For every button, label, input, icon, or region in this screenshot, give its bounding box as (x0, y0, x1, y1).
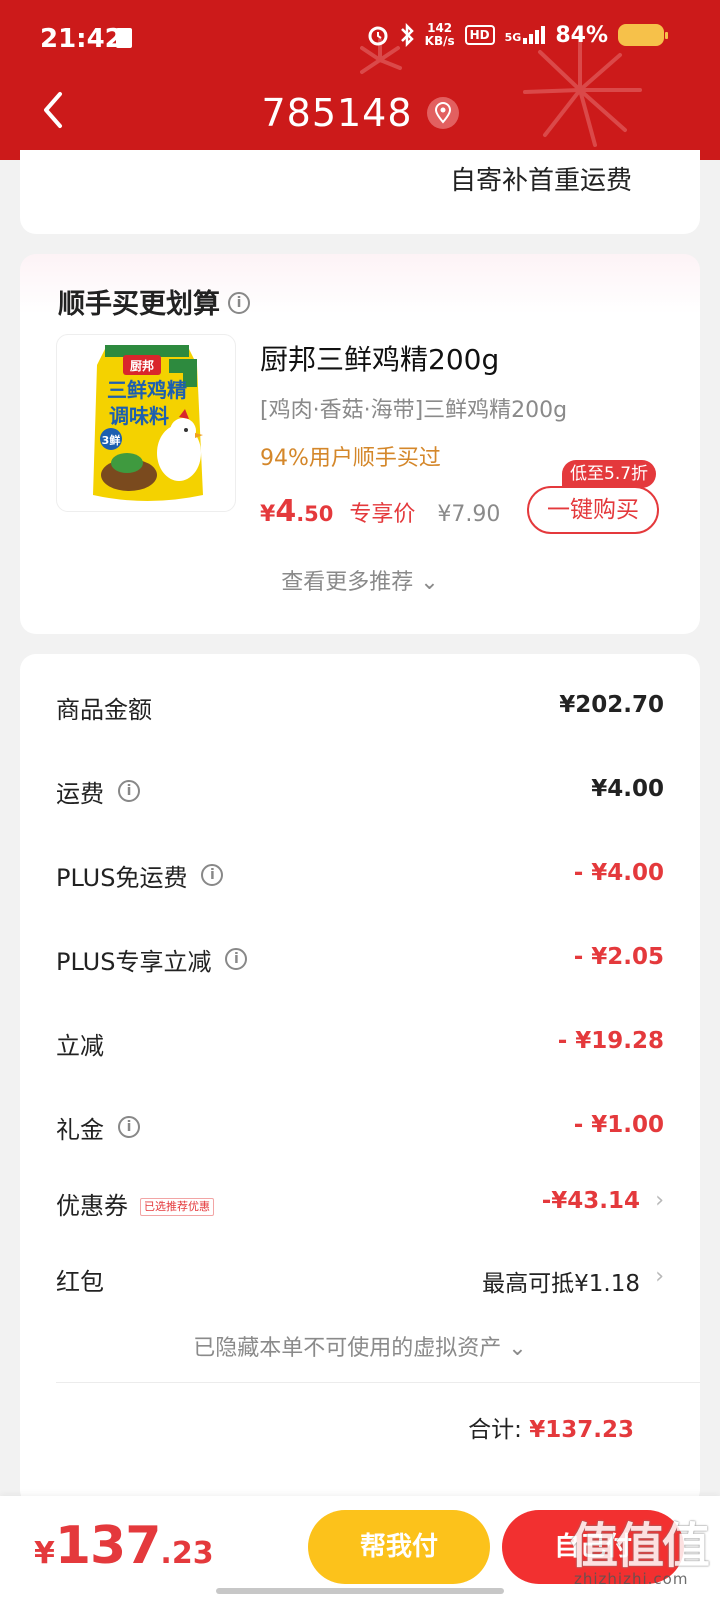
summary-row-coupon[interactable]: 优惠券 已选推荐优惠 -¥43.14 › (56, 1178, 664, 1228)
price-summary-card: 商品金额 ¥202.70 运费 i ¥4.00 PLUS免运费 i - ¥4.00 … (20, 654, 700, 1506)
checkout-total: ¥137.23 (34, 1516, 214, 1576)
divider (56, 1382, 700, 1383)
notification-doc-icon (116, 28, 132, 48)
summary-row-shipping: 运费 i ¥4.00 (56, 776, 664, 808)
summary-row-instant-discount: 立减 - ¥19.28 (56, 1028, 664, 1060)
help-me-pay-button[interactable]: 帮我付 (308, 1510, 490, 1584)
status-time: 21:42 (40, 24, 123, 54)
battery-icon (618, 24, 668, 46)
hd-badge: HD (464, 25, 495, 45)
chevron-down-icon: ⌄ (508, 1336, 527, 1361)
summary-row-plus-free-shipping: PLUS免运费 i - ¥4.00 (56, 860, 664, 892)
original-price: ¥7.90 (437, 502, 501, 527)
summary-row-goods-amount: 商品金额 ¥202.70 (56, 692, 664, 724)
checkout-bar: ¥137.23 帮我付 自己付 (0, 1496, 720, 1600)
coupon-tag: 已选推荐优惠 (140, 1198, 214, 1216)
chevron-right-icon: › (655, 1264, 664, 1289)
alarm-icon (368, 26, 388, 46)
more-recommend-link[interactable]: 查看更多推荐 ⌄ (20, 564, 700, 596)
shipping-card: 自寄补首重运费 (20, 150, 700, 234)
info-icon[interactable]: i (118, 1116, 140, 1138)
summary-total: 合计: ¥137.23 (468, 1417, 634, 1443)
page-title: 785148 (261, 90, 413, 135)
bluetooth-icon (400, 23, 414, 47)
signal-icon: 5G (505, 26, 546, 44)
exclusive-price: ¥4.50 (260, 494, 334, 529)
summary-row-red-packet[interactable]: 红包 最高可抵¥1.18 › (56, 1254, 664, 1304)
header-bar: 21:42 142 KB/s HD 5G 84% 785148 (0, 0, 720, 160)
chevron-right-icon: › (655, 1188, 664, 1213)
price-row: ¥4.50 专享价 ¥7.90 (260, 494, 500, 534)
discount-badge: 低至5.7折 (562, 460, 657, 488)
exclusive-price-label: 专享价 (349, 502, 416, 527)
product-spec: [鸡肉·香菇·海带]三鲜鸡精200g (260, 398, 568, 423)
hidden-assets-toggle[interactable]: 已隐藏本单不可使用的虚拟资产 ⌄ (20, 1330, 700, 1362)
pay-myself-button[interactable]: 自己付 (502, 1510, 684, 1584)
one-click-buy-button[interactable]: 一键购买 (527, 486, 659, 534)
package-line1: 三鲜鸡精 (107, 378, 187, 402)
net-speed: 142 KB/s (424, 21, 455, 48)
info-icon[interactable]: i (228, 291, 250, 314)
info-icon[interactable]: i (118, 780, 140, 802)
chevron-down-icon: ⌄ (420, 570, 439, 595)
summary-row-plus-discount: PLUS专享立减 i - ¥2.05 (56, 944, 664, 976)
package-line2: 调味料 (109, 404, 169, 428)
info-icon[interactable]: i (201, 864, 224, 886)
package-brand: 厨邦 (130, 358, 154, 373)
product-bought-percent: 94%用户顺手买过 (260, 446, 441, 471)
info-icon[interactable]: i (225, 948, 248, 970)
home-indicator[interactable] (216, 1588, 504, 1594)
recommend-title: 顺手买更划算 i (58, 282, 250, 321)
product-image[interactable]: 厨邦 三鲜鸡精 调味料 3鲜 (56, 334, 236, 512)
summary-row-gift-money: 礼金 i - ¥1.00 (56, 1112, 664, 1144)
location-pin-icon (426, 96, 459, 129)
address-title[interactable]: 785148 (0, 88, 720, 135)
product-name[interactable]: 厨邦三鲜鸡精200g (260, 338, 499, 378)
status-bar: 21:42 142 KB/s HD 5G 84% (0, 18, 720, 58)
package-badge: 3鲜 (102, 433, 121, 447)
shipping-note: 自寄补首重运费 (449, 166, 632, 196)
battery-percent: 84% (555, 22, 608, 48)
recommend-card: 顺手买更划算 i 厨邦 三鲜鸡精 调味料 3鲜 厨邦三鲜鸡精200g [鸡肉·香菇… (20, 254, 700, 634)
